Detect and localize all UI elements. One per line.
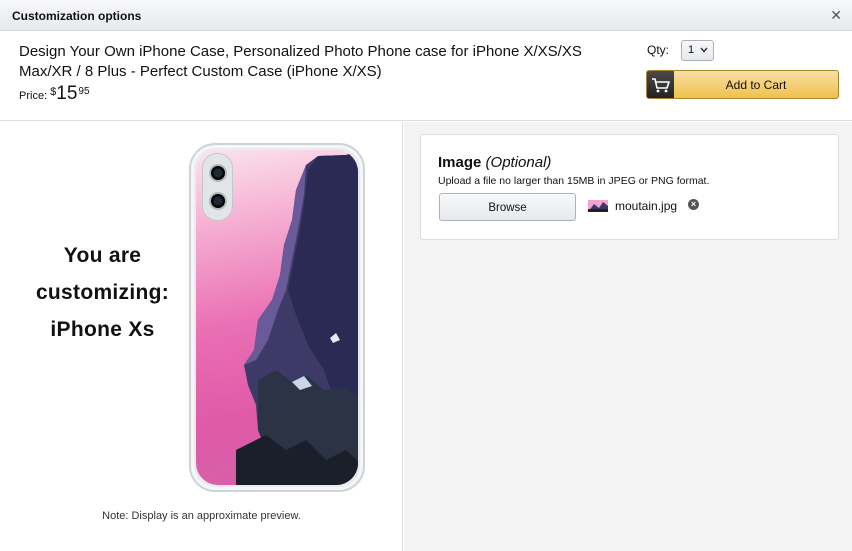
browse-button[interactable]: Browse: [439, 193, 576, 221]
chevron-down-icon: [700, 43, 708, 60]
upload-hint: Upload a file no larger than 15MB in JPE…: [438, 175, 710, 187]
shopping-cart-icon: [647, 71, 674, 98]
product-title: Design Your Own iPhone Case, Personalize…: [19, 43, 582, 80]
price-label: Price:: [19, 90, 48, 102]
preview-note: Note: Display is an approximate preview.: [102, 510, 301, 522]
remove-file-icon[interactable]: ×: [688, 199, 699, 210]
close-icon[interactable]: ✕: [830, 7, 842, 24]
image-option-heading: Image (Optional): [438, 154, 551, 171]
qty-value: 1: [688, 44, 695, 56]
price-fraction: 95: [78, 86, 90, 97]
product-price: Price: $ 15 95: [19, 84, 90, 104]
product-header: Design Your Own iPhone Case, Personalize…: [0, 32, 852, 121]
optional-label: (Optional): [485, 154, 552, 171]
add-to-cart-label: Add to Cart: [725, 78, 787, 92]
image-heading-label: Image: [438, 154, 482, 171]
dialog-titlebar: Customization options ✕: [0, 0, 852, 31]
file-thumbnail-icon: [588, 200, 608, 212]
customizing-line-2: customizing:: [35, 281, 170, 304]
qty-label: Qty:: [647, 43, 670, 57]
options-panel: Image (Optional) Upload a file no larger…: [404, 122, 852, 551]
customizing-line-1: You are: [63, 244, 142, 267]
qty-select[interactable]: 1: [681, 40, 714, 61]
preview-panel: You are customizing: iPhone Xs Note: Dis…: [0, 122, 403, 551]
image-option-card: Image (Optional) Upload a file no larger…: [420, 134, 839, 240]
price-whole: 15: [56, 83, 78, 104]
customizing-line-3: iPhone Xs: [50, 318, 155, 341]
customizing-message: You are customizing: iPhone Xs: [20, 237, 185, 348]
uploaded-file-name: moutain.jpg: [615, 199, 678, 213]
dialog-title: Customization options: [12, 9, 142, 23]
add-to-cart-button[interactable]: Add to Cart: [646, 70, 839, 99]
camera-icon: [202, 153, 233, 221]
phone-case-preview: [189, 143, 365, 492]
